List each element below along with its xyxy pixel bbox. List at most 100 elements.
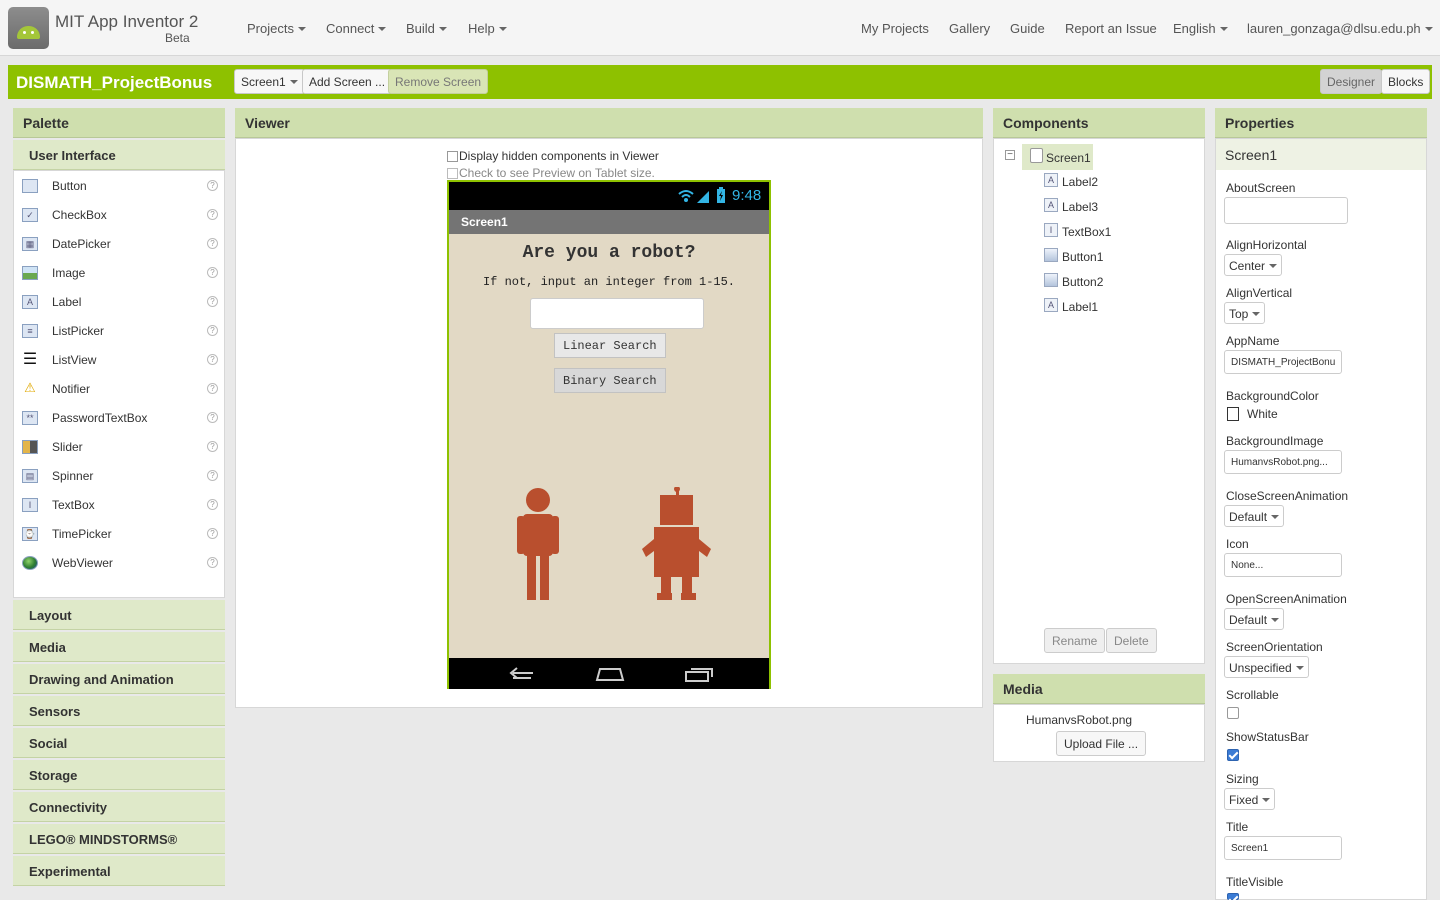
palette-item-passwordtextbox[interactable]: ** PasswordTextBox? (22, 409, 222, 431)
palette-category-social[interactable]: Social (13, 728, 225, 758)
help-icon[interactable]: ? (207, 470, 218, 481)
prop-bgimage-input[interactable]: HumanvsRobot.png... (1224, 450, 1342, 474)
link-gallery[interactable]: Gallery (949, 21, 990, 36)
palette-category-lego[interactable]: LEGO® MINDSTORMS® (13, 824, 225, 854)
chevron-down-icon (1262, 798, 1271, 802)
prop-open-anim-select[interactable]: Default (1224, 608, 1285, 630)
palette-item-button[interactable]: Button? (22, 177, 222, 199)
label-icon: A (1044, 198, 1058, 212)
spinner-icon: ▤ (22, 469, 38, 483)
palette-item-notifier[interactable]: ⚠ Notifier? (22, 380, 222, 402)
link-report-issue[interactable]: Report an Issue (1065, 21, 1157, 36)
palette-item-listview[interactable]: ☰ ListView? (22, 351, 222, 373)
prop-align-h-select[interactable]: Center (1224, 254, 1283, 276)
palette-item-spinner[interactable]: ▤ Spinner? (22, 467, 222, 489)
palette-item-listpicker[interactable]: ≡ ListPicker? (22, 322, 222, 344)
delete-button[interactable]: Delete (1106, 628, 1157, 653)
media-file[interactable]: HumanvsRobot.png (1026, 713, 1132, 727)
palette-item-datepicker[interactable]: ▦ DatePicker? (22, 235, 222, 257)
menu-account[interactable]: lauren_gonzaga@dlsu.edu.ph (1247, 21, 1433, 36)
palette-item-textbox[interactable]: I TextBox? (22, 496, 222, 518)
binary-search-button[interactable]: Binary Search (554, 368, 666, 393)
top-bar: MIT App Inventor 2 Beta Projects Connect… (0, 0, 1440, 56)
label-heading[interactable]: Are you a robot? (449, 243, 769, 263)
palette-category-connectivity[interactable]: Connectivity (13, 792, 225, 822)
prop-titlevisible-checkbox[interactable] (1227, 893, 1239, 900)
prop-title-label: Title (1226, 820, 1249, 834)
component-screen1[interactable]: Screen1 (1022, 144, 1093, 170)
link-my-projects[interactable]: My Projects (861, 21, 929, 36)
menu-projects[interactable]: Projects (247, 21, 306, 36)
help-icon[interactable]: ? (207, 383, 218, 394)
tablet-preview-option[interactable]: Check to see Preview on Tablet size. (447, 166, 655, 180)
remove-screen-button[interactable]: Remove Screen (388, 69, 489, 94)
linear-search-button[interactable]: Linear Search (554, 333, 666, 358)
prop-align-v-value: Top (1229, 307, 1249, 321)
help-icon[interactable]: ? (207, 528, 218, 539)
palette-category-experimental[interactable]: Experimental (13, 856, 225, 886)
help-icon[interactable]: ? (207, 354, 218, 365)
palette-item-timepicker[interactable]: ⌚ TimePicker? (22, 525, 222, 547)
upload-file-button[interactable]: Upload File ... (1056, 731, 1147, 756)
screen-select-value: Screen1 (241, 75, 286, 89)
rename-button[interactable]: Rename (1044, 628, 1106, 653)
android-eye-right (31, 31, 34, 34)
collapse-icon[interactable]: − (1005, 150, 1015, 160)
prop-icon-input[interactable]: None... (1224, 553, 1342, 577)
help-icon[interactable]: ? (207, 209, 218, 220)
prop-about-input[interactable] (1224, 197, 1348, 224)
screen-select[interactable]: Screen1 (234, 69, 305, 94)
human-vs-robot-image[interactable] (509, 487, 729, 602)
hidden-components-option[interactable]: Display hidden components in Viewer (447, 149, 659, 163)
prop-title-input[interactable]: Screen1 (1224, 836, 1342, 860)
prop-close-anim-select[interactable]: Default (1224, 505, 1285, 527)
menu-help[interactable]: Help (468, 21, 507, 36)
integer-input[interactable] (530, 298, 704, 329)
palette-item-label[interactable]: A Label? (22, 293, 222, 315)
prop-statusbar-checkbox[interactable] (1227, 749, 1239, 761)
menu-language-label: English (1173, 21, 1216, 36)
prop-appname-input[interactable]: DISMATH_ProjectBonu (1224, 350, 1342, 374)
add-screen-button[interactable]: Add Screen ... (302, 69, 393, 94)
palette-category-layout[interactable]: Layout (13, 600, 225, 630)
menu-build[interactable]: Build (406, 21, 447, 36)
palette-category-storage[interactable]: Storage (13, 760, 225, 790)
help-icon[interactable]: ? (207, 180, 218, 191)
help-icon[interactable]: ? (207, 499, 218, 510)
label-instructions[interactable]: If not, input an integer from 1-15. (449, 275, 769, 289)
blocks-button[interactable]: Blocks (1381, 69, 1431, 94)
help-icon[interactable]: ? (207, 557, 218, 568)
palette-item-label: CheckBox (52, 208, 107, 222)
help-icon[interactable]: ? (207, 267, 218, 278)
palette-category-media[interactable]: Media (13, 632, 225, 662)
palette-category-drawing[interactable]: Drawing and Animation (13, 664, 225, 694)
palette-item-image[interactable]: Image? (22, 264, 222, 286)
app-inventor-logo[interactable] (8, 7, 49, 49)
menu-connect[interactable]: Connect (326, 21, 387, 36)
menu-language[interactable]: English (1173, 21, 1228, 36)
palette-item-checkbox[interactable]: ✓ CheckBox? (22, 206, 222, 228)
tablet-preview-checkbox[interactable] (447, 168, 458, 179)
help-icon[interactable]: ? (207, 412, 218, 423)
help-icon[interactable]: ? (207, 441, 218, 452)
palette-category-user-interface[interactable]: User Interface (13, 140, 225, 170)
palette-category-sensors[interactable]: Sensors (13, 696, 225, 726)
help-icon[interactable]: ? (207, 325, 218, 336)
hidden-components-checkbox[interactable] (447, 151, 458, 162)
project-title: DISMATH_ProjectBonus (16, 73, 213, 92)
prop-align-v-select[interactable]: Top (1224, 302, 1266, 324)
palette-item-webviewer[interactable]: WebViewer? (22, 554, 222, 576)
palette-item-slider[interactable]: Slider? (22, 438, 222, 460)
prop-sizing-select[interactable]: Fixed (1224, 788, 1276, 810)
list-picker-icon: ≡ (22, 324, 38, 338)
palette-item-label: PasswordTextBox (52, 411, 148, 425)
designer-button[interactable]: Designer (1320, 69, 1383, 94)
color-swatch[interactable] (1227, 407, 1239, 421)
help-icon[interactable]: ? (207, 238, 218, 249)
prop-bgcolor-value[interactable]: White (1247, 407, 1278, 421)
component-name: Button2 (1062, 275, 1104, 289)
prop-scrollable-checkbox[interactable] (1227, 707, 1239, 719)
help-icon[interactable]: ? (207, 296, 218, 307)
link-guide[interactable]: Guide (1010, 21, 1045, 36)
prop-orientation-select[interactable]: Unspecified (1224, 656, 1309, 678)
